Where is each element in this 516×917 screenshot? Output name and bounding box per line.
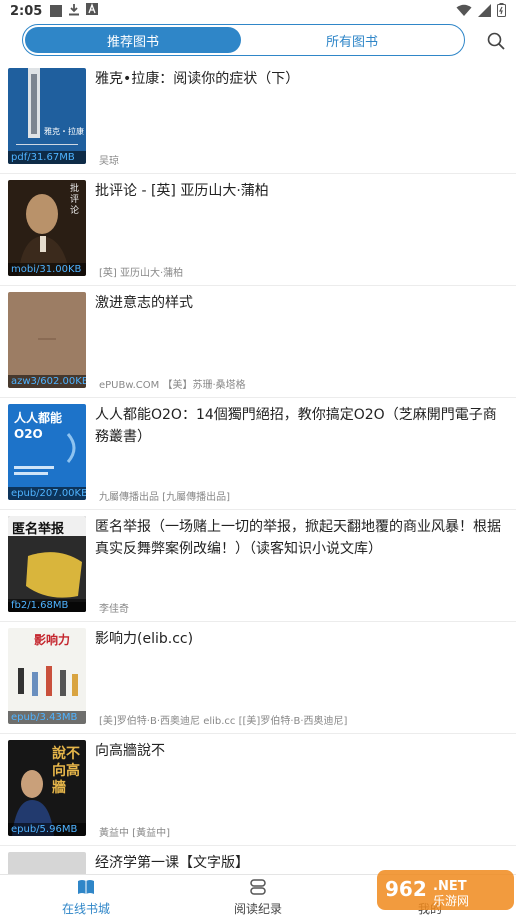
book-cover: 雅克・拉康 pdf/31.67MB <box>8 68 86 164</box>
book-row[interactable]: 人人都能 O2O epub/207.00KB 人人都能O2O：14個獨門絕招，教… <box>0 398 516 510</box>
cover-title: 雅克・拉康 <box>44 127 84 136</box>
book-row[interactable]: 匿名举报 fb2/1.68MB 匿名举报（一场赌上一切的举报，掀起天翻地覆的商业… <box>0 510 516 622</box>
cover-title: 人人都能 O2O <box>14 411 63 441</box>
tab-label: 阅读纪录 <box>233 902 282 916</box>
header: 推荐图书 所有图书 <box>0 22 516 60</box>
cover-title: 批评论 <box>70 184 80 216</box>
book-cover: 批评论 mobi/31.00KB <box>8 180 86 276</box>
book-row[interactable]: 批评论 mobi/31.00KB 批评论 - [英] 亚历山大·蒲柏 [英] 亚… <box>0 174 516 286</box>
book-title: 向高牆說不 <box>95 743 165 759</box>
history-icon <box>249 878 267 896</box>
download-icon <box>68 3 80 20</box>
cover-title: 影响力 <box>34 633 71 647</box>
cover-title: 匿名举报 <box>12 522 65 537</box>
tab-mine[interactable]: 我的 <box>344 875 516 917</box>
book-author: [英] 亚历山大·蒲柏 <box>99 268 184 279</box>
book-row[interactable]: azw3/602.00KB 激进意志的样式 ePUBw.COM 【美】苏珊·桑塔… <box>0 286 516 398</box>
book-row[interactable]: 影响力 epub/3.43MB 影响力(elib.cc) [美]罗伯特·B·西奥… <box>0 622 516 734</box>
book-format: epub/5.96MB <box>8 823 86 836</box>
status-time: 2:05 <box>10 3 43 19</box>
book-list[interactable]: 雅克・拉康 pdf/31.67MB 雅克•拉康：阅读你的症状（下） 吴琼 批评论… <box>0 62 516 874</box>
tab-all-books[interactable]: 所有图书 <box>243 27 461 53</box>
book-cover: 影响力 epub/3.43MB <box>8 628 86 724</box>
wifi-icon <box>456 4 472 21</box>
book-author: ePUBw.COM 【美】苏珊·桑塔格 <box>99 380 246 391</box>
signal-icon <box>478 3 491 21</box>
segmented-control: 推荐图书 所有图书 <box>22 24 465 56</box>
book-author: 黃益中 [黃益中] <box>99 828 170 839</box>
book-format: epub/207.00KB <box>8 487 86 500</box>
book-row[interactable]: 說不 向高牆 epub/5.96MB 向高牆說不 黃益中 [黃益中] <box>0 734 516 846</box>
search-icon[interactable] <box>486 31 506 51</box>
book-title: 经济学第一课【文字版】 <box>95 855 249 871</box>
book-format: pdf/31.67MB <box>8 151 86 164</box>
book-format: mobi/31.00KB <box>8 263 86 276</box>
tab-label: 我的 <box>417 902 442 916</box>
status-bar: 2:05 <box>0 0 516 22</box>
book-author: 九屬傳播出品 [九屬傳播出品] <box>99 492 230 503</box>
notification-icon <box>50 5 63 17</box>
book-icon <box>77 878 95 896</box>
tab-recommended[interactable]: 推荐图书 <box>25 27 241 53</box>
book-cover: 說不 向高牆 epub/5.96MB <box>8 740 86 836</box>
book-format: fb2/1.68MB <box>8 599 86 612</box>
book-title: 激进意志的样式 <box>95 295 193 311</box>
tab-label: 在线书城 <box>61 902 110 916</box>
book-title: 匿名举报（一场赌上一切的举报，掀起天翻地覆的商业风暴！根据真实反舞弊案例改编！）… <box>95 519 501 557</box>
book-cover <box>8 852 86 874</box>
tab-online-store[interactable]: 在线书城 <box>0 875 172 917</box>
book-author: 李佳奇 <box>99 604 129 615</box>
book-format: azw3/602.00KB <box>8 375 86 388</box>
book-cover: 匿名举报 fb2/1.68MB <box>8 516 86 612</box>
bottom-tab-bar: 在线书城 阅读纪录 我的 <box>0 874 516 917</box>
battery-icon <box>497 3 506 21</box>
book-title: 影响力(elib.cc) <box>95 631 194 647</box>
book-cover: azw3/602.00KB <box>8 292 86 388</box>
book-title: 人人都能O2O：14個獨門絕招，教你搞定O2O（芝麻開門電子商務叢書） <box>95 407 497 445</box>
book-author: 吴琼 <box>99 156 119 167</box>
book-title: 批评论 - [英] 亚历山大·蒲柏 <box>95 183 269 199</box>
book-row[interactable]: 雅克・拉康 pdf/31.67MB 雅克•拉康：阅读你的症状（下） 吴琼 <box>0 62 516 174</box>
book-cover: 人人都能 O2O epub/207.00KB <box>8 404 86 500</box>
book-row[interactable]: 经济学第一课【文字版】 <box>0 846 516 874</box>
book-author: [美]罗伯特·B·西奥迪尼 elib.cc [[美]罗伯特·B·西奥迪尼] <box>99 716 348 727</box>
tab-reading-history[interactable]: 阅读纪录 <box>172 875 344 917</box>
book-title: 雅克•拉康：阅读你的症状（下） <box>95 71 300 87</box>
app-notification-icon <box>86 3 99 19</box>
cover-title: 說不 向高牆 <box>52 746 80 796</box>
book-format: epub/3.43MB <box>8 711 86 724</box>
